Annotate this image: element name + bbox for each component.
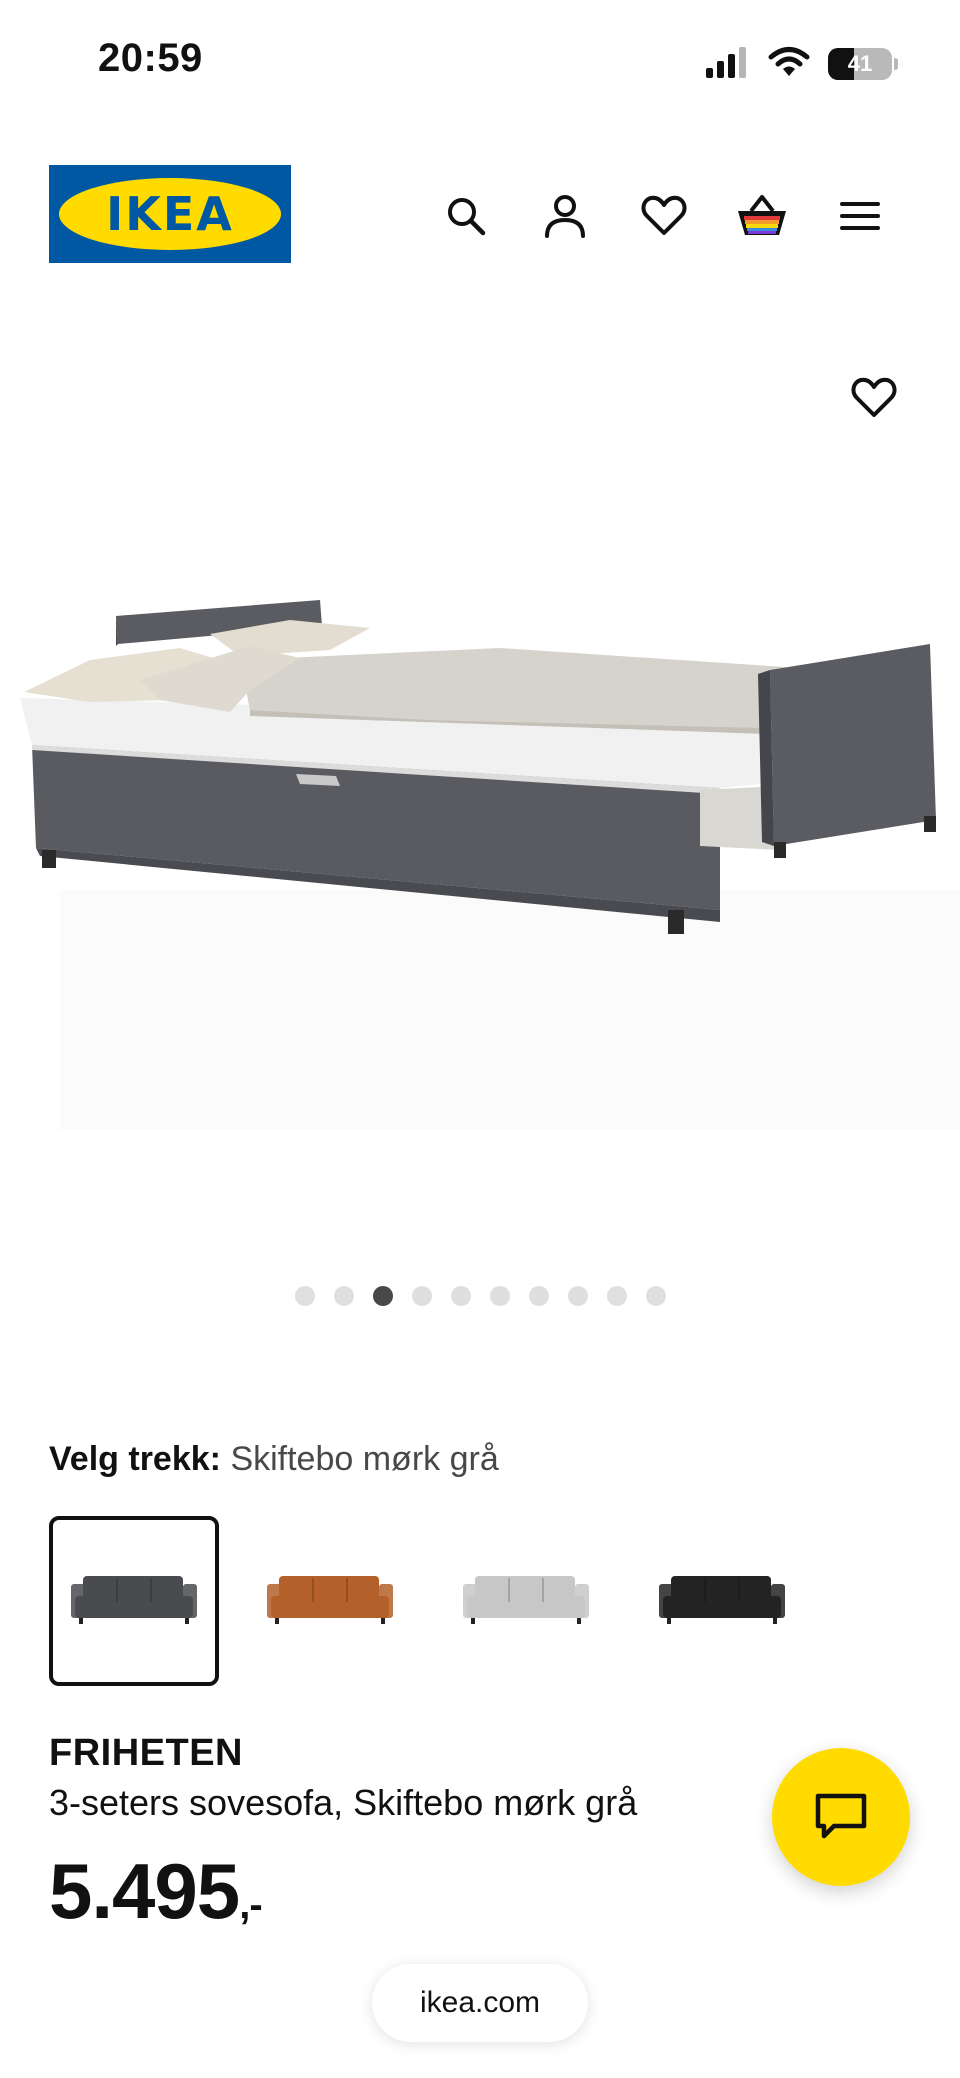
carousel-dot[interactable] xyxy=(294,1286,315,1306)
battery-cap xyxy=(894,58,898,70)
product-name: FRIHETEN xyxy=(49,1732,243,1774)
cover-swatch[interactable] xyxy=(637,1516,807,1686)
sofa-thumbnail xyxy=(71,1576,197,1624)
sofa-thumbnail xyxy=(659,1576,785,1624)
logo-text: IKEA xyxy=(106,187,234,241)
ikea-logo[interactable]: IKEA xyxy=(49,165,291,263)
cover-selection-label: Velg trekk: Skiftebo mørk grå xyxy=(49,1440,499,1479)
page: 20:59 41 IKEA Velg trekk: Skiftebo mørk … xyxy=(0,0,960,2078)
price-value: 5.495 xyxy=(49,1847,240,1935)
logo-oval: IKEA xyxy=(59,178,281,250)
product-price: 5.495,- xyxy=(49,1846,263,1937)
add-to-favourites-button[interactable] xyxy=(846,370,902,426)
heart-outline-icon xyxy=(851,377,897,417)
carousel-dot[interactable] xyxy=(372,1286,393,1306)
battery-percent: 41 xyxy=(847,51,873,76)
carousel-dots xyxy=(0,1286,960,1308)
status-time: 20:59 xyxy=(98,36,203,80)
carousel-dot[interactable] xyxy=(411,1286,432,1306)
price-suffix: ,- xyxy=(239,1883,262,1927)
product-gallery[interactable] xyxy=(0,320,960,1240)
status-icons: 41 xyxy=(704,44,898,84)
browser-url-pill[interactable]: ikea.com xyxy=(372,1964,588,2042)
cover-swatch[interactable] xyxy=(441,1516,611,1686)
cover-label-value: Skiftebo mørk grå xyxy=(230,1440,499,1478)
cover-swatch[interactable] xyxy=(49,1516,219,1686)
carousel-dot[interactable] xyxy=(450,1286,471,1306)
site-header: IKEA xyxy=(0,160,960,272)
carousel-dot[interactable] xyxy=(645,1286,666,1306)
cover-swatch[interactable] xyxy=(245,1516,415,1686)
carousel-dot[interactable] xyxy=(567,1286,588,1306)
carousel-dot[interactable] xyxy=(606,1286,627,1306)
search-icon[interactable] xyxy=(438,188,494,244)
carousel-dot[interactable] xyxy=(489,1286,510,1306)
chat-icon xyxy=(815,1793,867,1839)
product-image-sofa-bed xyxy=(20,600,960,1130)
basket-icon[interactable] xyxy=(734,188,790,244)
sofa-thumbnail xyxy=(267,1576,393,1624)
heart-icon[interactable] xyxy=(636,188,692,244)
wifi-icon xyxy=(768,46,810,83)
battery-icon: 41 xyxy=(828,48,898,80)
status-bar: 20:59 41 xyxy=(0,0,960,120)
menu-icon[interactable] xyxy=(832,188,888,244)
signal-icon xyxy=(704,46,750,83)
battery-body: 41 xyxy=(828,48,892,80)
cover-swatches xyxy=(49,1516,807,1688)
sofa-thumbnail xyxy=(463,1576,589,1624)
carousel-dot[interactable] xyxy=(333,1286,354,1306)
carousel-dot[interactable] xyxy=(528,1286,549,1306)
account-icon[interactable] xyxy=(537,188,593,244)
cover-label-title: Velg trekk: xyxy=(49,1440,221,1478)
product-description: 3-seters sovesofa, Skiftebo mørk grå xyxy=(49,1782,638,1823)
chat-button[interactable] xyxy=(772,1748,910,1886)
